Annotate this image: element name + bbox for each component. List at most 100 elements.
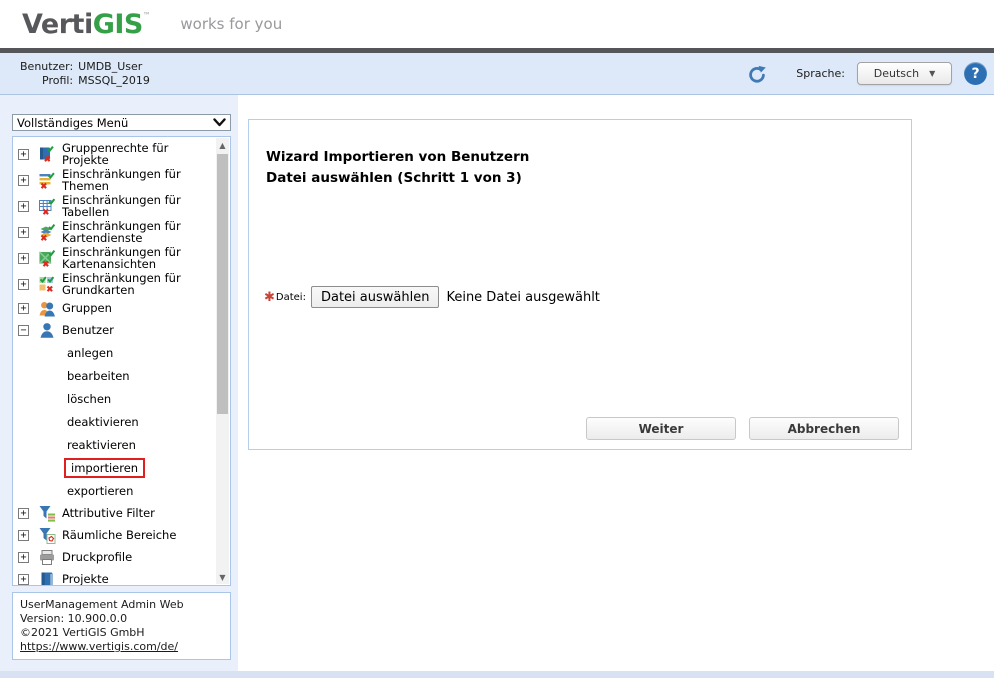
tree-node[interactable]: −Benutzer <box>18 320 214 340</box>
expand-toggle-icon[interactable]: + <box>18 508 29 519</box>
expand-toggle-icon[interactable]: + <box>18 175 29 186</box>
logo-text-verti: Verti <box>22 9 93 40</box>
collapse-toggle-icon[interactable]: − <box>18 325 29 336</box>
wizard-title: Wizard Importieren von Benutzern Datei a… <box>249 120 911 189</box>
required-mark: ✱ <box>264 290 275 305</box>
bottom-strip <box>0 671 994 678</box>
tree-leaf: bearbeiten <box>18 365 214 386</box>
file-field-label: Datei: <box>276 292 306 303</box>
expand-toggle-icon[interactable]: + <box>18 201 29 212</box>
about-copyright: ©2021 VertiGIS GmbH <box>20 626 223 640</box>
app-header: VertiGIS™ works for you <box>0 0 994 48</box>
tree-node[interactable]: + Projekte <box>18 569 214 586</box>
theme-restrictions-icon <box>38 172 56 189</box>
spatial-areas-icon <box>38 527 56 544</box>
scroll-down-icon[interactable]: ▼ <box>216 570 229 584</box>
main-area: Wizard Importieren von Benutzern Datei a… <box>238 95 994 671</box>
page: VertiGIS™ works for you Benutzer: UMDB_U… <box>0 0 994 679</box>
sidebar-item-anlegen[interactable]: anlegen <box>64 345 116 361</box>
user-bar: Benutzer: UMDB_User Profil: MSSQL_2019 S… <box>0 53 994 95</box>
file-field-row: ✱ Datei: Datei auswählen Keine Datei aus… <box>264 286 600 308</box>
tree-leaf: löschen <box>18 388 214 409</box>
tree-node-label: Einschränkungen fürKartenansichten <box>62 246 181 270</box>
basemap-restrictions-icon <box>38 276 56 293</box>
dropdown-caret-icon: ▼ <box>929 69 935 78</box>
expand-toggle-icon[interactable]: + <box>18 227 29 238</box>
tree-node[interactable]: + Gruppen <box>18 298 214 318</box>
tree-node-label: Gruppenrechte für Projekte <box>62 142 214 166</box>
tree-node-label: Einschränkungen fürThemen <box>62 168 181 192</box>
user-value: UMDB_User <box>78 60 150 73</box>
expand-toggle-icon[interactable]: + <box>18 279 29 290</box>
language-value: Deutsch <box>874 67 919 80</box>
user-label: Benutzer: <box>20 60 73 73</box>
tree-node[interactable]: + Räumliche Bereiche <box>18 525 214 545</box>
expand-toggle-icon[interactable]: + <box>18 552 29 563</box>
tree-node-label: Attributive Filter <box>62 507 155 519</box>
tree-node-label: Druckprofile <box>62 551 132 563</box>
content-area: Vollständiges Menü + Gruppenrechte für Pr… <box>0 95 994 671</box>
tree-leaf: anlegen <box>18 342 214 363</box>
scroll-up-icon[interactable]: ▲ <box>216 138 229 152</box>
sidebar-item-bearbeiten[interactable]: bearbeiten <box>64 368 133 384</box>
about-app-name: UserManagement Admin Web <box>20 598 223 612</box>
wizard-actions: Weiter Abbrechen <box>586 417 899 440</box>
print-profiles-icon <box>38 549 56 566</box>
scrollbar-thumb[interactable] <box>217 154 228 414</box>
tree-node[interactable]: + Gruppenrechte für Projekte <box>18 142 214 166</box>
language-dropdown[interactable]: Deutsch ▼ <box>857 62 952 85</box>
expand-toggle-icon[interactable]: + <box>18 253 29 264</box>
help-icon[interactable]: ? <box>964 62 987 85</box>
tree-node[interactable]: + Einschränkungen fürKartenansichten <box>18 246 214 270</box>
tree-scrollbar[interactable]: ▲ ▼ <box>216 138 229 584</box>
tree-node[interactable]: + Druckprofile <box>18 547 214 567</box>
tree-leaf: deaktivieren <box>18 411 214 432</box>
menu-mode-value: Vollständiges Menü <box>17 116 128 130</box>
tree-node-label: Einschränkungen fürGrundkarten <box>62 272 181 296</box>
tree-node-label: Projekte <box>62 573 109 585</box>
tree-node-label: Gruppen <box>62 302 112 314</box>
profile-value: MSSQL_2019 <box>78 74 150 87</box>
table-restrictions-icon <box>38 198 56 215</box>
expand-toggle-icon[interactable]: + <box>18 303 29 314</box>
sidebar-item-reaktivieren[interactable]: reaktivieren <box>64 437 139 453</box>
tree-node[interactable]: + Einschränkungen fürKartendienste <box>18 220 214 244</box>
menu-mode-select[interactable]: Vollständiges Menü <box>12 114 231 131</box>
user-info: Benutzer: UMDB_User Profil: MSSQL_2019 <box>20 60 150 87</box>
tree-node[interactable]: + Attributive Filter <box>18 503 214 523</box>
next-button[interactable]: Weiter <box>586 417 736 440</box>
sidebar-item-deaktivieren[interactable]: deaktivieren <box>64 414 142 430</box>
expand-toggle-icon[interactable]: + <box>18 530 29 541</box>
language-label: Sprache: <box>796 67 845 80</box>
tree-node-label: Einschränkungen fürKartendienste <box>62 220 181 244</box>
profile-label: Profil: <box>20 74 73 87</box>
tree-node[interactable]: + Einschränkungen fürGrundkarten <box>18 272 214 296</box>
cancel-button[interactable]: Abbrechen <box>749 417 899 440</box>
wizard-title-line2: Datei auswählen (Schritt 1 von 3) <box>266 168 911 189</box>
mapservice-restrictions-icon <box>38 224 56 241</box>
user-bar-controls: Sprache: Deutsch ▼ ? <box>744 61 987 87</box>
about-box: UserManagement Admin Web Version: 10.900… <box>12 592 231 660</box>
tree-leaf: reaktivieren <box>18 434 214 455</box>
group-rights-icon <box>38 146 56 163</box>
logo-tagline: works for you <box>180 15 282 33</box>
tree-node-label: Räumliche Bereiche <box>62 529 176 541</box>
sidebar-item-importieren[interactable]: importieren <box>64 458 145 478</box>
expand-toggle-icon[interactable]: + <box>18 574 29 585</box>
sidebar-item-exportieren[interactable]: exportieren <box>64 483 136 499</box>
attribute-filter-icon <box>38 505 56 522</box>
navigation-tree: + Gruppenrechte für Projekte + Einschränkun… <box>12 136 231 586</box>
refresh-icon[interactable] <box>744 61 770 87</box>
sidebar-item-löschen[interactable]: löschen <box>64 391 114 407</box>
expand-toggle-icon[interactable]: + <box>18 149 29 160</box>
trademark-symbol: ™ <box>143 11 151 20</box>
mapview-restrictions-icon <box>38 250 56 267</box>
tree-node[interactable]: + Einschränkungen fürThemen <box>18 168 214 192</box>
file-select-button[interactable]: Datei auswählen <box>311 286 439 308</box>
logo-text-gis: GIS <box>93 9 143 40</box>
vertigis-link[interactable]: https://www.vertigis.com/de/ <box>20 640 178 653</box>
projects-icon <box>38 571 56 587</box>
tree-node-label: Einschränkungen für Tabellen <box>62 194 214 218</box>
tree-node[interactable]: + Einschränkungen für Tabellen <box>18 194 214 218</box>
vertigis-logo: VertiGIS™ <box>22 9 150 40</box>
